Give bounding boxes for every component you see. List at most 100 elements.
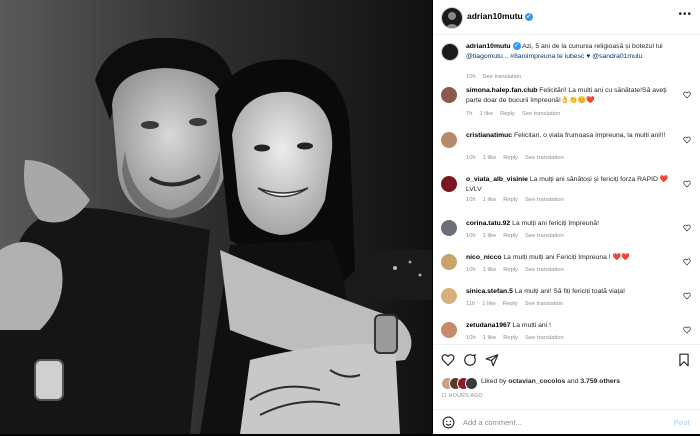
comment-like-count[interactable]: 1 like: [483, 335, 497, 341]
comment-text-block: sinica.stefan.5 La mulți ani! Să fiți fe…: [466, 287, 671, 297]
comment-reply[interactable]: Reply: [503, 233, 518, 239]
comment-item: sinica.stefan.5 La mulți ani! Să fiți fe…: [441, 287, 691, 315]
comment-reply[interactable]: Reply: [503, 267, 518, 273]
likes-text: Liked by octavian_cocolos and 3.759 othe…: [481, 378, 620, 385]
comment-time[interactable]: 10h: [466, 335, 476, 341]
comment-text-block: corina.tatu.92 La mulți ani fericiți împ…: [466, 219, 671, 229]
comment-like-count[interactable]: 1 like: [483, 267, 497, 273]
comment-bubble-icon[interactable]: [463, 353, 477, 367]
commenter-avatar[interactable]: [441, 322, 457, 338]
share-paper-plane-icon[interactable]: [485, 353, 499, 367]
comment-text-block: zetudana1967 La multi ani !: [466, 321, 671, 331]
comment-time[interactable]: 7h: [466, 111, 472, 117]
caption-hashtag[interactable]: .. #8aniimpreuna te iubesc ♥: [505, 53, 591, 60]
comment-translate[interactable]: See translation: [525, 155, 564, 161]
comment-text-block: cristianatimuc Felicitari, o viata frumo…: [466, 131, 671, 141]
comment-translate[interactable]: See translation: [525, 233, 564, 239]
comment-item: o_viata_alb_visinie La mulți ani sănătoș…: [441, 175, 691, 211]
more-options-icon[interactable]: •••: [678, 9, 692, 20]
liker-avatar[interactable]: [465, 377, 478, 390]
likes-middle: and: [567, 378, 579, 385]
comment-username[interactable]: corina.tatu.92: [466, 220, 510, 227]
caption-text: Azi, 5 ani de la cununia religioasă și b…: [522, 43, 663, 50]
commenter-avatar[interactable]: [441, 220, 457, 236]
comment-like-heart-icon[interactable]: [683, 91, 691, 99]
post-timestamp[interactable]: 11 HOURS AGO: [441, 393, 483, 399]
likes-prefix: Liked by: [481, 378, 507, 385]
comment-username[interactable]: nico_nicco: [466, 254, 502, 261]
comment-translate[interactable]: See translation: [525, 267, 564, 273]
commenter-avatar[interactable]: [441, 87, 457, 103]
comment-reply[interactable]: Reply: [503, 197, 518, 203]
verified-badge-icon: ✓: [524, 12, 533, 21]
comment-text: La mulți ani! Să fiți fericiți toată via…: [514, 288, 626, 295]
comment-like-count[interactable]: 1 like: [482, 301, 496, 307]
couple-photo-image: [0, 0, 432, 434]
caption-time[interactable]: 10h: [466, 74, 476, 80]
comment-like-heart-icon[interactable]: [683, 326, 691, 334]
add-comment-input[interactable]: Add a comment...: [463, 418, 522, 427]
post-header: adrian10mutu ✓ •••: [433, 0, 700, 35]
caption-username[interactable]: adrian10mutu: [466, 43, 511, 50]
comment-reply[interactable]: Reply: [500, 111, 515, 117]
caption-meta: 10h See translation: [466, 74, 528, 80]
likes-count[interactable]: 3.759 others: [580, 378, 620, 385]
caption-author-avatar[interactable]: [441, 43, 459, 61]
comment-text: La mulți ani fericiți împreună!: [512, 220, 599, 227]
comment-time[interactable]: 10h: [466, 233, 476, 239]
comment-time[interactable]: 10h: [466, 155, 476, 161]
comment-time[interactable]: 10h: [466, 267, 476, 273]
comment-like-count[interactable]: 1 like: [483, 233, 497, 239]
comment-like-heart-icon[interactable]: [683, 180, 691, 188]
comment-like-heart-icon[interactable]: [683, 292, 691, 300]
comment-translate[interactable]: See translation: [525, 301, 564, 307]
commenter-avatar[interactable]: [441, 288, 457, 304]
comment-meta: 10h 1 like Reply See translation: [466, 233, 571, 239]
comment-time[interactable]: 11h: [466, 301, 475, 307]
comment-like-heart-icon[interactable]: [683, 258, 691, 266]
comment-like-heart-icon[interactable]: [683, 224, 691, 232]
comment-meta: 10h 1 like Reply See translation: [466, 335, 571, 341]
comment-like-count[interactable]: 1 like: [483, 197, 497, 203]
caption-mention[interactable]: @tiagomutu: [466, 53, 503, 60]
comment-reply[interactable]: Reply: [503, 301, 518, 307]
comment-like-count[interactable]: 1 like: [479, 111, 493, 117]
comment-username[interactable]: zetudana1967: [466, 322, 511, 329]
comment-item: zetudana1967 La multi ani ! 10h 1 like Rep…: [441, 321, 691, 343]
comment-meta: 10h 1 like Reply See translation: [466, 155, 571, 161]
comment-reply[interactable]: Reply: [503, 155, 518, 161]
emoji-smiley-icon[interactable]: [442, 416, 455, 429]
save-bookmark-icon[interactable]: [677, 353, 691, 367]
comment-like-heart-icon[interactable]: [683, 136, 691, 144]
author-username[interactable]: adrian10mutu: [467, 11, 523, 21]
comment-item: nico_nicco La mulți mulți ani Fericiți î…: [441, 253, 691, 281]
comment-text: Felicitari, o viata frumoasa impreuna, l…: [513, 132, 666, 139]
post-photo[interactable]: [0, 0, 432, 434]
comment-username[interactable]: sinica.stefan.5: [466, 288, 513, 295]
comment-translate[interactable]: See translation: [525, 335, 564, 341]
author-username-row[interactable]: adrian10mutu ✓: [467, 11, 533, 21]
commenter-avatar[interactable]: [441, 132, 457, 148]
commenter-avatar[interactable]: [441, 176, 457, 192]
commenter-avatar[interactable]: [441, 254, 457, 270]
caption-text-block: adrian10mutu ✓ Azi, 5 ani de la cununia r…: [466, 42, 671, 62]
post-actions-section: Liked by octavian_cocolos and 3.759 othe…: [433, 344, 700, 435]
comment-reply[interactable]: Reply: [503, 335, 518, 341]
caption-mention-2[interactable]: @sandra01mutu: [592, 53, 642, 60]
caption-translate[interactable]: See translation: [483, 74, 522, 80]
comment-translate[interactable]: See translation: [525, 197, 564, 203]
comment-item: simona.halep.fan.club Felicitări! La mul…: [441, 86, 691, 126]
like-heart-icon[interactable]: [441, 353, 455, 367]
comment-username[interactable]: cristianatimuc: [466, 132, 512, 139]
comment-translate[interactable]: See translation: [522, 111, 561, 117]
comment-like-count[interactable]: 1 like: [483, 155, 497, 161]
caption-item: adrian10mutu ✓ Azi, 5 ani de la cununia r…: [441, 42, 691, 82]
add-comment-bar: Add a comment... Post: [433, 409, 700, 436]
comment-username[interactable]: simona.halep.fan.club: [466, 87, 537, 94]
author-avatar[interactable]: [441, 7, 463, 29]
comment-time[interactable]: 10h: [466, 197, 476, 203]
likes-user[interactable]: octavian_cocolos: [508, 378, 565, 385]
comments-list[interactable]: adrian10mutu ✓ Azi, 5 ani de la cununia r…: [433, 35, 700, 343]
comment-username[interactable]: o_viata_alb_visinie: [466, 176, 528, 183]
post-comment-button[interactable]: Post: [674, 418, 690, 427]
